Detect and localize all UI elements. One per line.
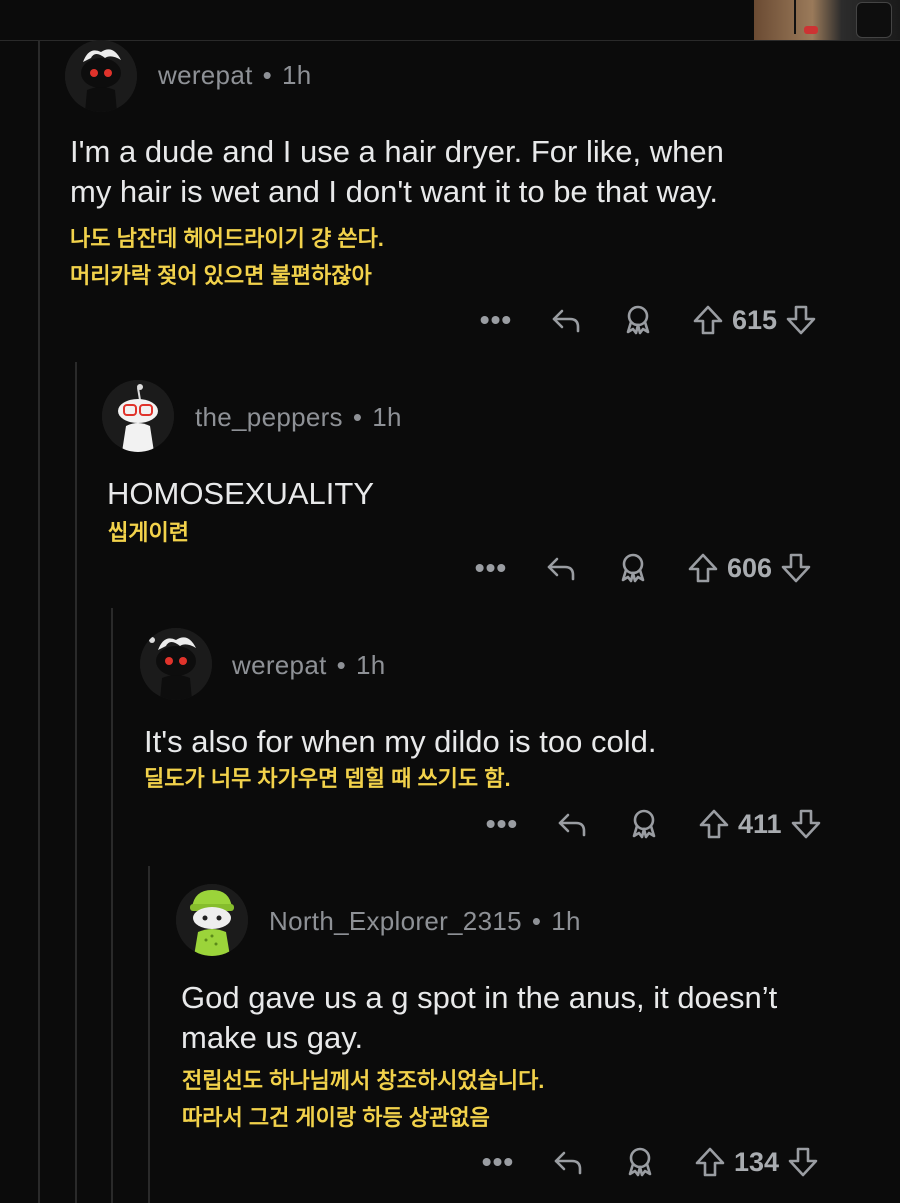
comment-header: werepat • 1h: [232, 650, 386, 681]
thread-line[interactable]: [38, 40, 40, 1203]
thumbnail-detail: [794, 0, 796, 34]
translation-text: 씹게이련: [108, 514, 189, 551]
award-icon: [632, 809, 656, 839]
comment-line: God gave us a g spot in the anus, it doe…: [181, 980, 778, 1015]
comment-line: make us gay.: [181, 1020, 364, 1055]
upvote-icon: [688, 553, 718, 583]
snoo-green-beanie-avatar[interactable]: [176, 884, 248, 956]
upvote-button[interactable]: [690, 302, 726, 338]
snoo-glasses-avatar[interactable]: [102, 380, 174, 452]
avatar-icon: [65, 40, 137, 112]
award-icon: [626, 305, 650, 335]
reply-button[interactable]: [554, 806, 590, 842]
award-icon: [621, 553, 645, 583]
award-button[interactable]: [620, 302, 656, 338]
avatar-icon: [176, 884, 248, 956]
thumbnail-detail: [856, 2, 892, 38]
translation-line: 나도 남잔데 헤어드라이기 걍 쓴다.: [70, 226, 384, 251]
snoo-skunk-avatar[interactable]: [140, 628, 212, 700]
downvote-icon: [786, 305, 816, 335]
translation-text: 나도 남잔데 헤어드라이기 걍 쓴다. 머리카락 젖어 있으면 불편하잖아: [70, 220, 384, 294]
separator-dot: •: [352, 402, 363, 432]
upvote-icon: [695, 1147, 725, 1177]
comment-actions: ••• 134: [478, 1140, 821, 1184]
snoo-skunk-avatar[interactable]: [65, 40, 137, 112]
translation-line: 따라서 그건 게이랑 하등 상관없음: [182, 1105, 490, 1130]
reply-button[interactable]: [543, 550, 579, 586]
thread-line[interactable]: [148, 866, 150, 1203]
comment-actions: ••• 606: [471, 546, 814, 590]
upvote-button[interactable]: [696, 806, 732, 842]
reply-button[interactable]: [550, 1144, 586, 1180]
vote-count: 615: [732, 304, 778, 335]
reply-icon: [554, 1151, 582, 1175]
username[interactable]: werepat: [232, 650, 327, 680]
comment-actions: ••• 411: [482, 802, 824, 846]
downvote-button[interactable]: [778, 550, 814, 586]
comment-line: It's also for when my dildo is too cold.: [144, 724, 657, 759]
thread-line[interactable]: [75, 362, 77, 1203]
translation-line: 딜도가 너무 차가우면 뎁힐 때 쓰기도 함.: [144, 766, 511, 791]
award-button[interactable]: [622, 1144, 658, 1180]
comment-body: I'm a dude and I use a hair dryer. For l…: [70, 132, 724, 212]
upvote-button[interactable]: [692, 1144, 728, 1180]
translation-text: 딜도가 너무 차가우면 뎁힐 때 쓰기도 함.: [144, 760, 511, 797]
downvote-icon: [781, 553, 811, 583]
username[interactable]: the_peppers: [195, 402, 343, 432]
separator-dot: •: [531, 906, 542, 936]
translation-line: 전립선도 하나님께서 창조하시었습니다.: [182, 1068, 545, 1093]
username[interactable]: werepat: [158, 60, 253, 90]
translation-line: 머리카락 젖어 있으면 불편하잖아: [70, 263, 372, 288]
vote-count: 134: [734, 1146, 780, 1177]
comment-body: HOMOSEXUALITY: [107, 474, 374, 514]
downvote-button[interactable]: [788, 806, 824, 842]
comment-actions: ••• 615: [476, 298, 819, 342]
timestamp: 1h: [372, 402, 402, 432]
comment-header: the_peppers • 1h: [195, 402, 402, 433]
upvote-icon: [699, 809, 729, 839]
reply-icon: [558, 813, 586, 837]
comment-header: North_Explorer_2315 • 1h: [269, 906, 581, 937]
thread-line[interactable]: [111, 608, 113, 1203]
video-thumbnail[interactable]: [754, 0, 900, 40]
vote-count: 606: [727, 552, 773, 583]
comment-line: HOMOSEXUALITY: [107, 476, 374, 511]
downvote-button[interactable]: [783, 302, 819, 338]
timestamp: 1h: [356, 650, 386, 680]
comment-body: It's also for when my dildo is too cold.: [144, 722, 656, 762]
comment-body: God gave us a g spot in the anus, it doe…: [181, 978, 777, 1058]
more-options-icon[interactable]: •••: [482, 808, 522, 840]
separator-dot: •: [336, 650, 347, 680]
upvote-button[interactable]: [685, 550, 721, 586]
reply-button[interactable]: [548, 302, 584, 338]
award-button[interactable]: [615, 550, 651, 586]
upvote-icon: [693, 305, 723, 335]
thumbnail-detail: [804, 26, 818, 34]
award-button[interactable]: [626, 806, 662, 842]
username[interactable]: North_Explorer_2315: [269, 906, 522, 936]
reply-icon: [547, 557, 575, 581]
vote-count: 411: [738, 808, 782, 839]
reply-icon: [552, 309, 580, 333]
downvote-icon: [788, 1147, 818, 1177]
more-options-icon[interactable]: •••: [476, 304, 516, 336]
timestamp: 1h: [551, 906, 581, 936]
avatar-icon: [102, 380, 174, 452]
top-bar: [0, 0, 900, 41]
translation-text: 전립선도 하나님께서 창조하시었습니다. 따라서 그건 게이랑 하등 상관없음: [182, 1062, 544, 1136]
award-icon: [628, 1147, 652, 1177]
comment-line: I'm a dude and I use a hair dryer. For l…: [70, 134, 724, 169]
downvote-icon: [791, 809, 820, 839]
separator-dot: •: [262, 60, 273, 90]
downvote-button[interactable]: [785, 1144, 821, 1180]
more-options-icon[interactable]: •••: [471, 552, 511, 584]
comment-line: my hair is wet and I don't want it to be…: [70, 174, 719, 209]
avatar-icon: [140, 628, 212, 700]
translation-line: 씹게이련: [108, 520, 189, 545]
comment-header: werepat • 1h: [158, 60, 312, 91]
more-options-icon[interactable]: •••: [478, 1146, 518, 1178]
timestamp: 1h: [282, 60, 312, 90]
